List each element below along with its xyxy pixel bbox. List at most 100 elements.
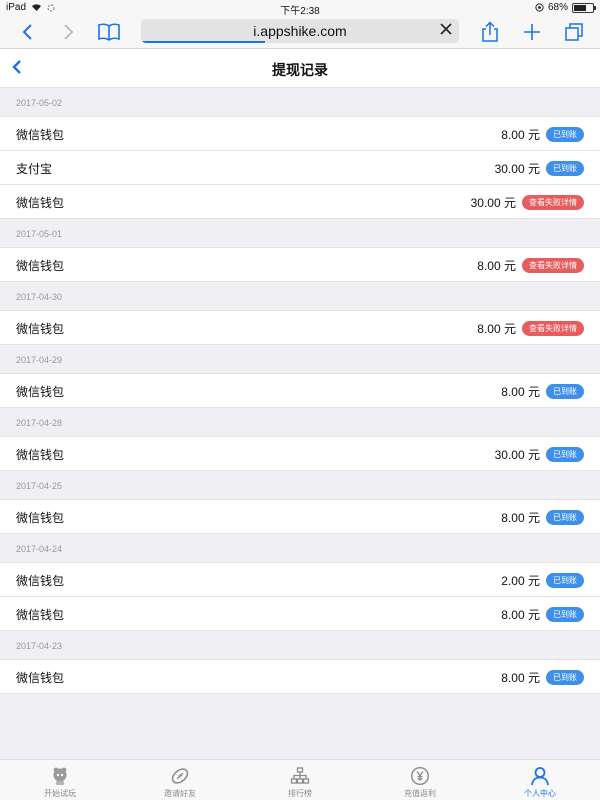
tab-invite-friends[interactable]: 邀请好友	[120, 760, 240, 800]
view-failure-details-button[interactable]: 查看失败详情	[522, 258, 584, 273]
org-chart-icon	[290, 767, 310, 784]
amount-value: 8.00	[477, 259, 501, 273]
tab-start-trial[interactable]: 开始试玩	[0, 760, 120, 800]
payment-method: 微信钱包	[16, 574, 65, 588]
withdrawal-row: 微信钱包 8.00 元已到账	[0, 660, 600, 694]
address-bar[interactable]: i.appshike.com	[141, 19, 459, 43]
payment-method: 微信钱包	[16, 448, 65, 462]
bottom-tab-bar: 开始试玩 邀请好友 排行榜 充值返利 个人中心	[0, 759, 600, 800]
currency-unit: 元	[527, 671, 540, 685]
tab-leaderboard[interactable]: 排行榜	[240, 760, 360, 800]
status-badge: 已到账	[546, 447, 584, 462]
payment-method: 微信钱包	[16, 385, 65, 399]
tab-label: 邀请好友	[164, 789, 196, 798]
withdrawal-records-list: 2017-05-02 微信钱包 8.00 元已到账 支付宝 30.00 元已到账 微信钱包…	[0, 88, 600, 694]
date-header: 2017-04-30	[0, 282, 600, 311]
page-title: 提现记录	[272, 62, 328, 78]
amount-value: 8.00	[501, 511, 525, 525]
date-header: 2017-04-24	[0, 534, 600, 563]
date-header: 2017-04-23	[0, 631, 600, 660]
status-badge: 已到账	[546, 670, 584, 685]
view-failure-details-button[interactable]: 查看失败详情	[522, 321, 584, 336]
withdrawal-row: 微信钱包 8.00 元已到账	[0, 374, 600, 408]
currency-unit: 元	[527, 128, 540, 142]
battery-percent: 68%	[547, 2, 568, 13]
withdrawal-row: 微信钱包 2.00 元已到账	[0, 563, 600, 597]
date-header: 2017-05-01	[0, 219, 600, 248]
withdrawal-amount: 30.00 元	[495, 446, 540, 463]
payment-method: 微信钱包	[16, 259, 65, 273]
currency-unit: 元	[527, 385, 540, 399]
currency-unit: 元	[503, 259, 516, 273]
close-icon[interactable]	[439, 22, 453, 36]
currency-unit: 元	[527, 608, 540, 622]
amount-value: 8.00	[501, 671, 525, 685]
currency-unit: 元	[527, 448, 540, 462]
amount-value: 30.00	[494, 448, 525, 462]
mascot-icon	[53, 767, 67, 785]
status-badge: 已到账	[546, 127, 584, 142]
withdrawal-amount: 8.00 元	[501, 669, 540, 686]
tabs-button[interactable]	[562, 16, 586, 48]
battery-level	[574, 4, 586, 11]
person-icon	[531, 767, 549, 786]
withdrawal-amount: 8.00 元	[477, 257, 516, 274]
date-header: 2017-04-25	[0, 471, 600, 500]
browser-toolbar: i.appshike.com	[0, 16, 600, 49]
currency-unit: 元	[527, 511, 540, 525]
currency-unit: 元	[503, 196, 516, 210]
withdrawal-row: 微信钱包 30.00 元查看失败详情	[0, 185, 600, 219]
status-badge: 已到账	[546, 384, 584, 399]
payment-method: 微信钱包	[16, 608, 65, 622]
view-failure-details-button[interactable]: 查看失败详情	[522, 195, 584, 210]
withdrawal-row: 微信钱包 8.00 元已到账	[0, 500, 600, 534]
payment-method: 微信钱包	[16, 671, 65, 685]
share-icon	[482, 21, 498, 42]
location-icon	[535, 3, 544, 12]
page-load-progress	[141, 41, 265, 43]
withdrawal-amount: 8.00 元	[501, 126, 540, 143]
withdrawal-row: 微信钱包 8.00 元查看失败详情	[0, 311, 600, 345]
date-header: 2017-04-28	[0, 408, 600, 437]
date-header: 2017-05-02	[0, 88, 600, 117]
amount-value: 8.00	[501, 128, 525, 142]
browser-back-button[interactable]	[14, 16, 40, 48]
tab-label: 个人中心	[524, 789, 556, 798]
new-tab-button[interactable]	[520, 16, 544, 48]
page-header: 提现记录	[0, 49, 600, 88]
status-badge: 已到账	[546, 510, 584, 525]
withdrawal-amount: 8.00 元	[501, 606, 540, 623]
withdrawal-row: 微信钱包 8.00 元查看失败详情	[0, 248, 600, 282]
chevron-right-icon	[64, 24, 74, 40]
payment-method: 微信钱包	[16, 511, 65, 525]
withdrawal-row: 支付宝 30.00 元已到账	[0, 151, 600, 185]
bookmarks-button[interactable]	[95, 16, 123, 48]
amount-value: 2.00	[501, 574, 525, 588]
browser-forward-button[interactable]	[56, 16, 82, 48]
battery-icon	[572, 2, 596, 13]
status-badge: 已到账	[546, 161, 584, 176]
withdrawal-row: 微信钱包 8.00 元已到账	[0, 117, 600, 151]
tab-recharge-rebate[interactable]: 充值返利	[360, 760, 480, 800]
withdrawal-amount: 8.00 元	[477, 320, 516, 337]
currency-unit: 元	[527, 162, 540, 176]
status-badge: 已到账	[546, 573, 584, 588]
tab-label: 充值返利	[404, 789, 436, 798]
book-icon	[98, 23, 120, 41]
payment-method: 微信钱包	[16, 128, 65, 142]
tab-personal-center[interactable]: 个人中心	[480, 760, 600, 800]
amount-value: 8.00	[501, 385, 525, 399]
amount-value: 30.00	[470, 196, 501, 210]
withdrawal-amount: 30.00 元	[471, 194, 516, 211]
status-time: 下午2:38	[280, 6, 320, 17]
tab-label: 排行榜	[288, 789, 312, 798]
share-button[interactable]	[478, 16, 502, 48]
amount-value: 8.00	[501, 608, 525, 622]
withdrawal-amount: 8.00 元	[501, 383, 540, 400]
yen-coin-icon	[410, 766, 430, 786]
withdrawal-row: 微信钱包 8.00 元已到账	[0, 597, 600, 631]
withdrawal-amount: 2.00 元	[501, 572, 540, 589]
plus-icon	[524, 24, 540, 40]
payment-method: 微信钱包	[16, 322, 65, 336]
amount-value: 8.00	[477, 322, 501, 336]
